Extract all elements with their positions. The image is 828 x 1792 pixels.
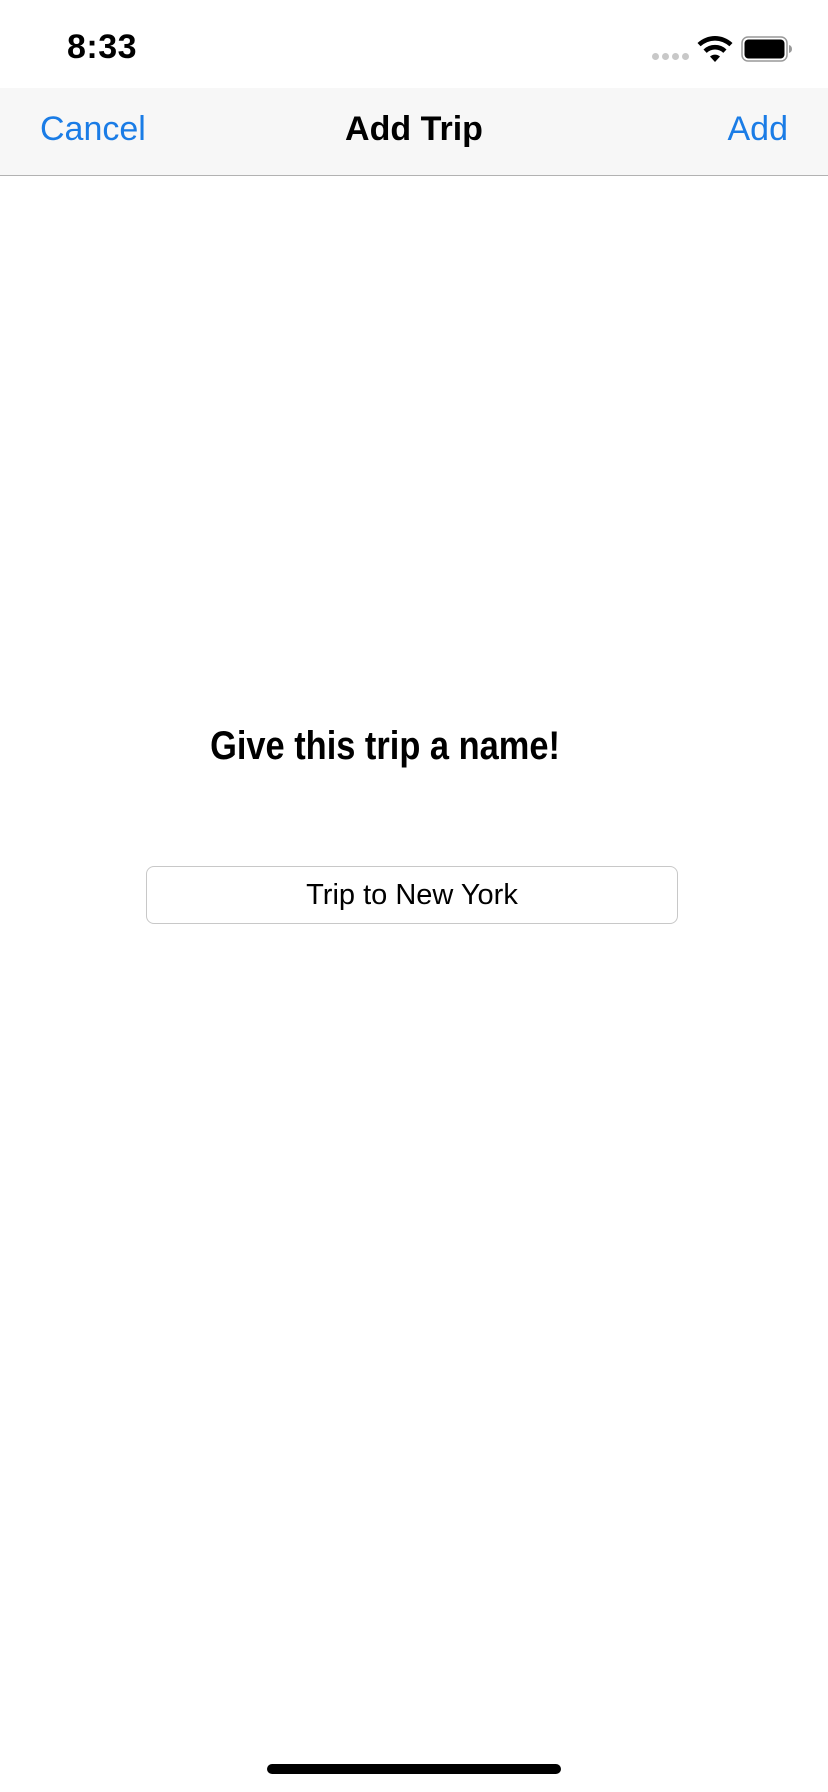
home-indicator[interactable] xyxy=(267,1764,561,1774)
battery-icon xyxy=(741,36,792,62)
trip-name-heading: Give this trip a name! xyxy=(210,724,560,768)
wifi-icon xyxy=(697,36,733,62)
page-title: Add Trip xyxy=(345,110,483,148)
navigation-bar: Cancel Add Trip Add xyxy=(0,88,828,176)
trip-name-input[interactable] xyxy=(160,877,664,913)
add-button[interactable]: Add xyxy=(728,110,789,149)
status-time: 8:33 xyxy=(67,28,138,66)
trip-name-field[interactable] xyxy=(146,866,678,924)
signal-icon xyxy=(652,53,689,60)
status-bar: 8:33 xyxy=(0,0,828,88)
